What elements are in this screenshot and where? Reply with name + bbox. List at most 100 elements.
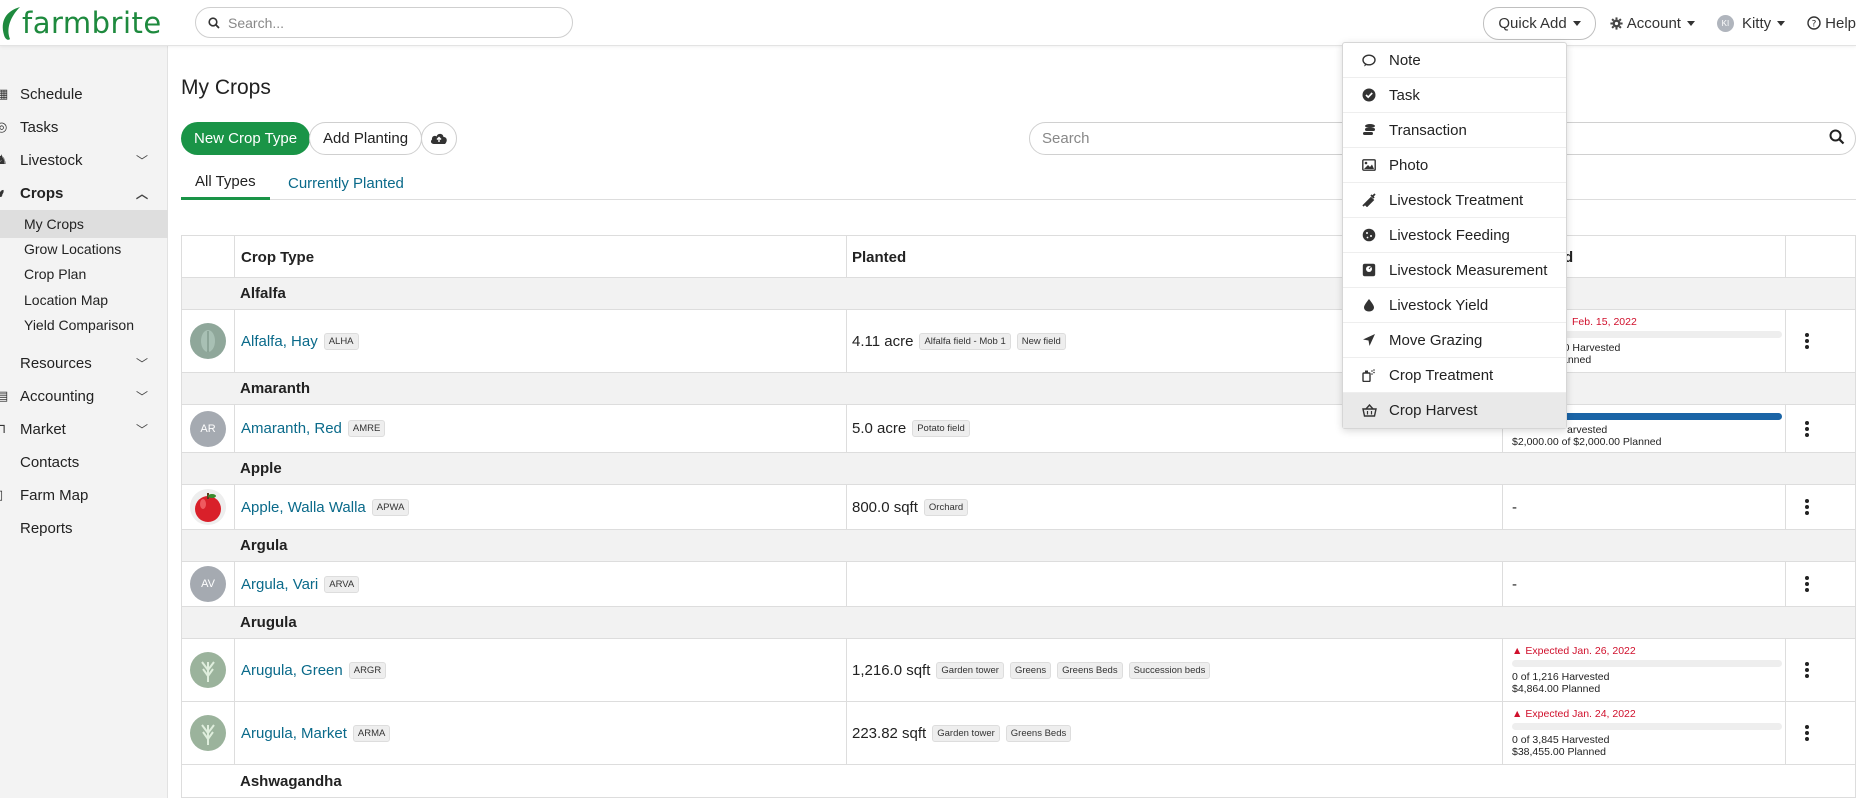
account-menu[interactable]: Account (1610, 15, 1695, 32)
sidebar-item-crops[interactable]: ⸙Crops︿ (0, 178, 168, 208)
weight-icon (1361, 263, 1377, 277)
column-planted[interactable]: Planted (852, 236, 906, 278)
location-tag[interactable]: Potato field (912, 420, 970, 437)
warning-icon: ▲ (1512, 645, 1523, 657)
table-row[interactable]: Alfalfa, Hay ALHA 4.11 acre Alfalfa field … (182, 310, 1855, 373)
quick-add-crop-harvest[interactable]: Crop Harvest (1343, 393, 1566, 428)
table-row[interactable]: Apple, Walla Walla APWA 800.0 sqft Orchard… (182, 485, 1855, 530)
cloud-upload-button[interactable] (421, 122, 457, 155)
crop-link[interactable]: Apple, Walla Walla (241, 499, 366, 516)
sidebar-item-reports[interactable]: Reports (0, 513, 168, 543)
harvested-count: 0 of 3,845 Harvested (1512, 734, 1610, 746)
search-icon[interactable] (1829, 129, 1845, 145)
quick-add-livestock-measurement[interactable]: Livestock Measurement (1343, 253, 1566, 288)
row-menu-button[interactable] (1805, 702, 1809, 764)
sidebar-subitem-yield-comparison[interactable]: Yield Comparison (0, 311, 168, 339)
sidebar-subitem-my-crops[interactable]: My Crops (0, 210, 168, 238)
chevron-down-icon: ﹀ (135, 389, 148, 404)
sidebar-item-livestock[interactable]: ♞ Livestock ﹀ (0, 145, 168, 175)
table-row[interactable]: Arugula, Green ARGR 1,216.0 sqft Garden to… (182, 639, 1855, 702)
kebab-icon (1805, 576, 1809, 592)
sidebar-item-contacts[interactable]: Contacts (0, 447, 168, 477)
location-tag[interactable]: Greens Beds (1005, 724, 1072, 742)
location-tag[interactable]: New field (1016, 332, 1066, 350)
new-crop-type-button[interactable]: New Crop Type (181, 122, 311, 155)
column-crop-type[interactable]: Crop Type (241, 236, 314, 278)
quick-add-crop-treatment[interactable]: Crop Treatment (1343, 358, 1566, 393)
user-menu[interactable]: KI Kitty (1716, 14, 1786, 32)
quick-add-transaction[interactable]: Transaction (1343, 113, 1566, 148)
crop-table: Crop Type Planted d Alfalfa Alfalfa, Hay… (181, 235, 1856, 798)
account-label: Account (1626, 14, 1681, 32)
global-search-input[interactable] (228, 14, 558, 31)
quick-add-livestock-treatment[interactable]: Livestock Treatment (1343, 183, 1566, 218)
search-icon (208, 16, 220, 29)
chevron-down-icon: ﹀ (135, 422, 148, 437)
harvest-status: - (1512, 498, 1517, 516)
planned-amount: $2,000.00 of $2,000.00 Planned (1512, 435, 1662, 448)
quick-add-move-grazing[interactable]: Move Grazing (1343, 323, 1566, 358)
sidebar-item-accounting[interactable]: ▤ Accounting ﹀ (0, 381, 168, 411)
farmbrite-logo[interactable]: farmbrite (0, 4, 162, 42)
crop-link[interactable]: Alfalfa, Hay (241, 333, 318, 350)
crop-thumbnail (190, 489, 226, 525)
location-tag[interactable]: Greens (1009, 661, 1052, 679)
row-menu-button[interactable] (1805, 485, 1809, 529)
location-tag[interactable]: Greens Beds (1057, 661, 1123, 679)
quick-add-photo[interactable]: Photo (1343, 148, 1566, 183)
row-menu-button[interactable] (1805, 562, 1809, 606)
crop-link[interactable]: Arugula, Green (241, 662, 343, 679)
global-search[interactable] (195, 7, 573, 38)
location-tag[interactable]: Alfalfa field - Mob 1 (919, 332, 1011, 350)
planted-amount: 5.0 acre (852, 420, 907, 437)
cookie-icon (1361, 228, 1377, 242)
group-header: Arugula (182, 607, 1855, 639)
help-link[interactable]: ? Help (1807, 15, 1856, 32)
sidebar-item-tasks[interactable]: ◎ Tasks (0, 112, 168, 142)
crop-link[interactable]: Arugula, Market (241, 725, 347, 742)
sidebar-item-market[interactable]: ⊓ Market ﹀ (0, 414, 168, 444)
row-menu-button[interactable] (1805, 639, 1809, 701)
quick-add-livestock-feeding[interactable]: Livestock Feeding (1343, 218, 1566, 253)
sidebar-subitem-crop-plan[interactable]: Crop Plan (0, 260, 168, 288)
quick-add-button[interactable]: Quick Add (1483, 6, 1596, 40)
coins-icon (1361, 123, 1377, 137)
caret-down-icon (1572, 20, 1581, 26)
help-label: Help (1825, 14, 1856, 32)
table-row[interactable]: Arugula, Market ARMA 223.82 sqft Garden to… (182, 702, 1855, 765)
crop-tabs: All Types Currently Planted (181, 166, 1856, 200)
harvest-progress (1512, 723, 1782, 730)
sidebar-item-schedule[interactable]: ▦ Schedule (0, 79, 168, 109)
quick-add-note[interactable]: Note (1343, 43, 1566, 78)
table-row[interactable]: AR Amaranth, Red AMRE 5.0 acre Potato fiel… (182, 405, 1855, 453)
sidebar-item-farm-map[interactable]: ▯Farm Map (0, 480, 168, 510)
sidebar-item-resources[interactable]: Resources ﹀ (0, 348, 168, 378)
location-tag[interactable]: Orchard (923, 498, 969, 516)
row-menu-button[interactable] (1805, 310, 1809, 372)
quick-add-menu: Note Task Transaction Photo Livestock Tr… (1342, 42, 1567, 429)
crop-link[interactable]: Argula, Vari (241, 576, 318, 593)
caret-down-icon (1686, 20, 1695, 26)
crop-thumbnail (190, 323, 226, 359)
tab-currently-planted[interactable]: Currently Planted (288, 166, 404, 200)
crop-link[interactable]: Amaranth, Red (241, 420, 342, 437)
calendar-icon: ▦ (0, 86, 9, 101)
quick-add-label: Quick Add (1498, 14, 1567, 32)
row-menu-button[interactable] (1805, 405, 1809, 452)
calculator-icon: ▤ (0, 388, 9, 403)
crop-avatar: AV (190, 566, 226, 602)
tab-all-types[interactable]: All Types (181, 166, 270, 200)
greens-icon (201, 724, 215, 745)
kebab-icon (1805, 662, 1809, 678)
droplet-icon (1361, 298, 1377, 312)
quick-add-task[interactable]: Task (1343, 78, 1566, 113)
location-tag[interactable]: Garden tower (936, 661, 1004, 679)
add-planting-button[interactable]: Add Planting (309, 122, 423, 155)
location-tag[interactable]: Succession beds (1128, 661, 1211, 679)
planted-amount: 1,216.0 sqft (852, 661, 931, 679)
location-tag[interactable]: Garden tower (932, 724, 1000, 742)
table-row[interactable]: AV Argula, Vari ARVA - (182, 562, 1855, 607)
sidebar-subitem-location-map[interactable]: Location Map (0, 286, 168, 314)
quick-add-livestock-yield[interactable]: Livestock Yield (1343, 288, 1566, 323)
sidebar-subitem-grow-locations[interactable]: Grow Locations (0, 235, 168, 263)
